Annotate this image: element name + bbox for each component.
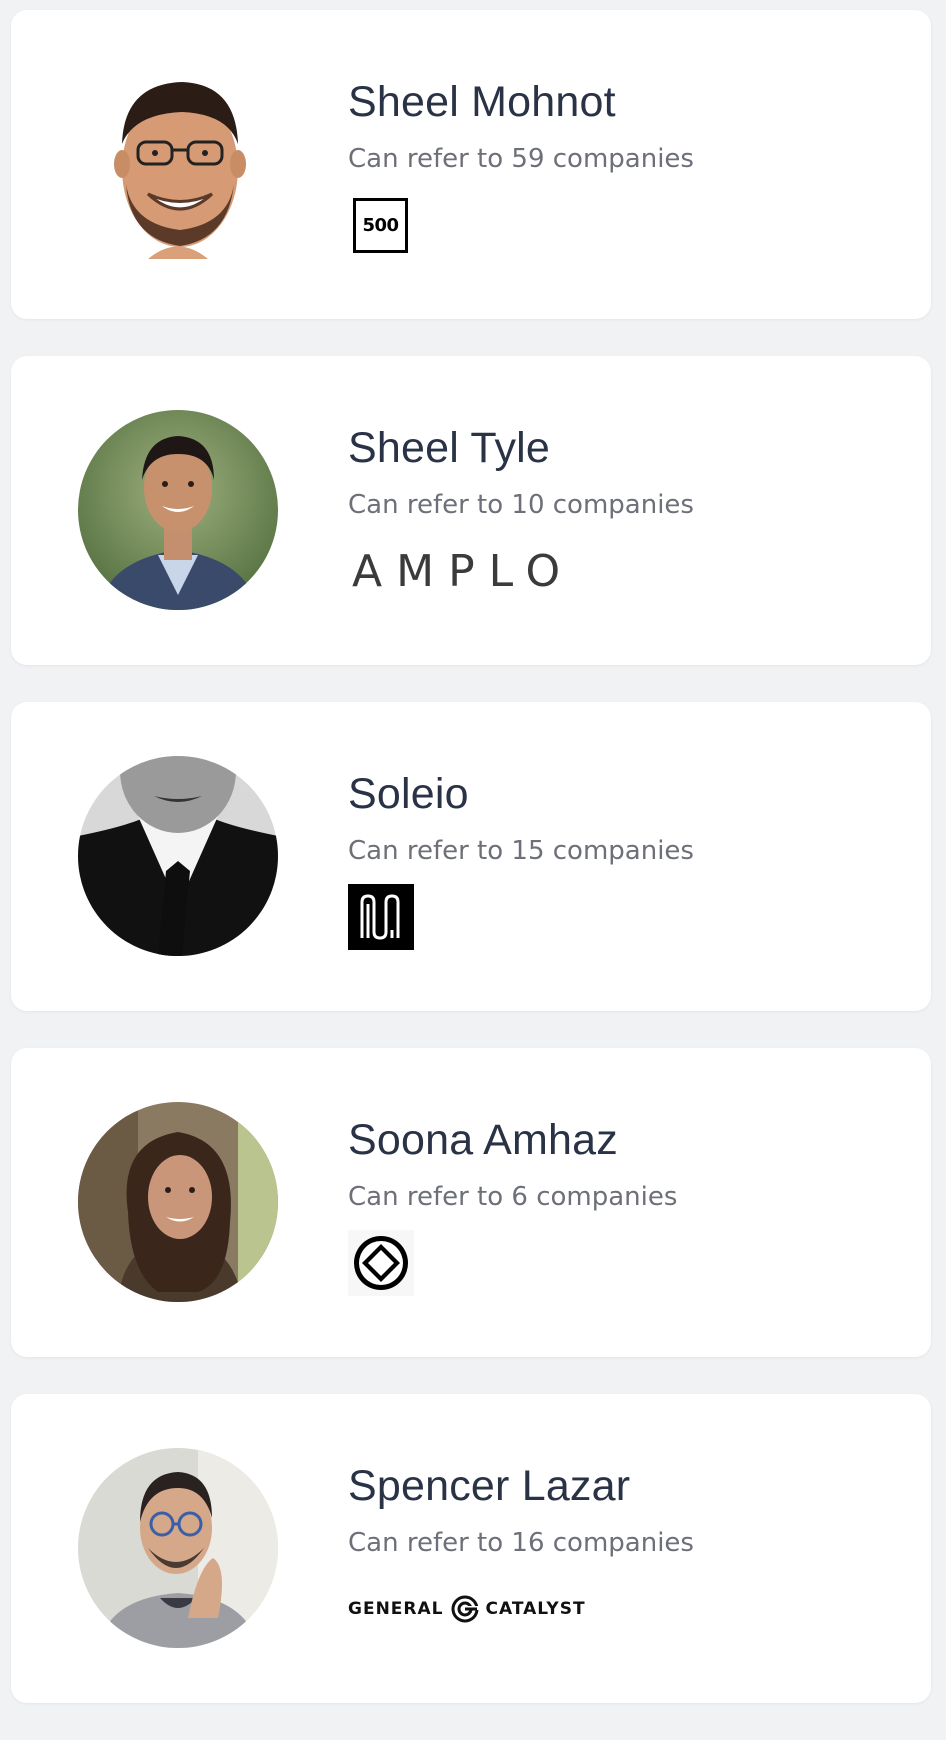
general-catalyst-logo-icon: GENERAL CATALYST bbox=[348, 1594, 586, 1624]
referrer-card[interactable]: Soleio Can refer to 15 companies bbox=[11, 702, 931, 1011]
referrer-info: Spencer Lazar Can refer to 16 companies … bbox=[348, 1460, 907, 1641]
referrer-info: Soleio Can refer to 15 companies bbox=[348, 768, 907, 950]
avatar bbox=[78, 1102, 278, 1302]
refer-count: Can refer to 10 companies bbox=[348, 490, 694, 520]
referrer-list: Sheel Mohnot Can refer to 59 companies 5… bbox=[11, 10, 931, 1740]
referrer-card[interactable]: Sheel Mohnot Can refer to 59 companies 5… bbox=[11, 10, 931, 319]
referrer-info: Sheel Tyle Can refer to 10 companies AMP… bbox=[348, 422, 907, 603]
referrer-info: Soona Amhaz Can refer to 6 companies bbox=[348, 1114, 907, 1296]
photo-portrait-icon bbox=[78, 1448, 278, 1648]
general-catalyst-text-left: GENERAL bbox=[348, 1599, 444, 1619]
refer-count: Can refer to 16 companies bbox=[348, 1528, 694, 1558]
referrer-card[interactable]: Sheel Tyle Can refer to 10 companies AMP… bbox=[11, 356, 931, 665]
refer-count: Can refer to 15 companies bbox=[348, 836, 694, 866]
g-mark-icon bbox=[451, 1595, 479, 1623]
photo-portrait-icon bbox=[78, 410, 278, 610]
500-startups-logo-icon: 500 bbox=[353, 197, 408, 253]
referrer-name[interactable]: Soona Amhaz bbox=[348, 1114, 907, 1166]
company-logo bbox=[348, 884, 907, 950]
referrer-info: Sheel Mohnot Can refer to 59 companies 5… bbox=[348, 76, 907, 257]
refer-count: Can refer to 59 companies bbox=[348, 144, 694, 174]
company-logo: GENERAL CATALYST bbox=[348, 1577, 907, 1641]
referrer-card[interactable]: Spencer Lazar Can refer to 16 companies … bbox=[11, 1394, 931, 1703]
referrer-card[interactable]: Soona Amhaz Can refer to 6 companies bbox=[11, 1048, 931, 1357]
diamond-circle-logo-icon bbox=[348, 1230, 414, 1296]
company-logo: AMPLO bbox=[348, 539, 907, 603]
referrer-name[interactable]: Sheel Tyle bbox=[348, 422, 907, 474]
amplo-logo-icon: AMPLO bbox=[352, 545, 575, 597]
avatar bbox=[78, 64, 278, 264]
company-logo bbox=[348, 1230, 907, 1296]
referrer-name[interactable]: Spencer Lazar bbox=[348, 1460, 907, 1512]
wavy-lines-logo-icon bbox=[348, 884, 414, 950]
company-logo: 500 bbox=[348, 193, 907, 257]
photo-portrait-icon bbox=[78, 1102, 278, 1302]
referrer-name[interactable]: Sheel Mohnot bbox=[348, 76, 907, 128]
general-catalyst-text-right: CATALYST bbox=[485, 1599, 586, 1619]
cartoon-portrait-icon bbox=[78, 64, 278, 264]
avatar bbox=[78, 410, 278, 610]
avatar bbox=[78, 1448, 278, 1648]
referrer-name[interactable]: Soleio bbox=[348, 768, 907, 820]
avatar bbox=[78, 756, 278, 956]
bw-photo-portrait-icon bbox=[78, 756, 278, 956]
refer-count: Can refer to 6 companies bbox=[348, 1182, 678, 1212]
